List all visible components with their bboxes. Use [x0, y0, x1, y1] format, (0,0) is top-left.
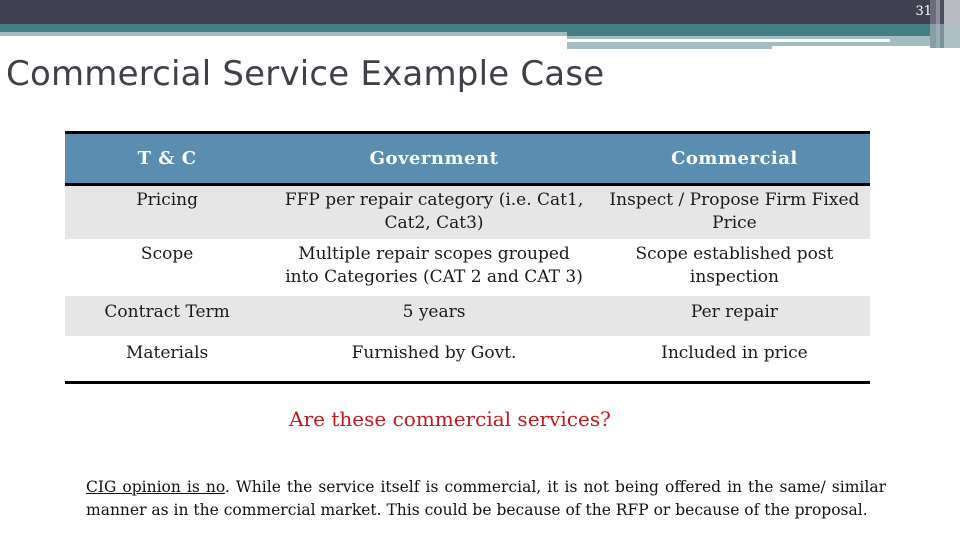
- header-band-teal-right: [567, 24, 930, 36]
- slide-number: 31: [915, 4, 932, 19]
- slide-title: Commercial Service Example Case: [6, 54, 605, 94]
- cell-commercial: Included in price: [661, 342, 808, 363]
- question-text: Are these commercial services?: [289, 407, 611, 431]
- column-header-commercial: Commercial: [598, 132, 870, 186]
- cell-commercial: Scope established post inspection: [635, 243, 834, 287]
- cell-government: 5 years: [269, 295, 599, 336]
- cell-government: Multiple repair scopes grouped into Cate…: [285, 243, 583, 287]
- table-header-row: T & C Government Commercial: [65, 132, 870, 186]
- table-row: Pricing FFP per repair category (i.e. Ca…: [65, 184, 870, 239]
- column-header-tc: T & C: [65, 132, 270, 186]
- opinion-verdict: CIG opinion is no: [86, 477, 225, 496]
- header-band-light-right-end: [772, 42, 890, 46]
- table-row: Contract Term 5 years Per repair: [65, 295, 870, 336]
- column-header-government: Government: [269, 132, 599, 186]
- table-row: Scope Multiple repair scopes grouped int…: [65, 239, 870, 296]
- header-vertical-overlay: [930, 24, 960, 48]
- header-band-light-left: [0, 32, 567, 36]
- cell-term: Contract Term: [65, 295, 270, 336]
- header-band-end-cap: [890, 36, 930, 46]
- header-band-light-right-lower: [567, 42, 772, 49]
- cell-commercial: Inspect / Propose Firm Fixed Price: [598, 184, 870, 239]
- opinion-paragraph: CIG opinion is no. While the service its…: [86, 476, 886, 522]
- table-row: Materials Furnished by Govt. Included in…: [65, 336, 870, 383]
- cell-term: Pricing: [65, 184, 270, 239]
- cell-government: Furnished by Govt.: [351, 342, 517, 363]
- comparison-table: T & C Government Commercial Pricing FFP …: [65, 131, 870, 384]
- cell-term: Materials: [125, 342, 209, 363]
- cell-commercial: Per repair: [598, 295, 870, 336]
- cell-term: Scope: [140, 243, 194, 264]
- cell-government: FFP per repair category (i.e. Cat1, Cat2…: [269, 184, 599, 239]
- header-band-dark: [0, 0, 960, 24]
